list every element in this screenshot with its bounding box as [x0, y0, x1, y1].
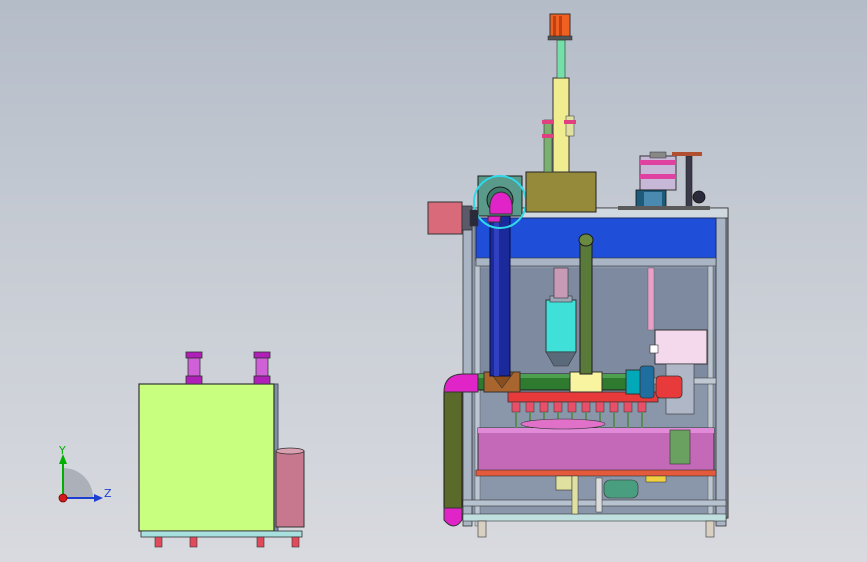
cad-model-render: Y Z	[58, 13, 729, 548]
z-axis-label: Z	[104, 487, 112, 500]
elbow-bottom	[443, 507, 463, 527]
pipe-coupler	[569, 371, 603, 393]
frame-bottom-beam	[462, 513, 727, 522]
left-machine-base	[140, 530, 303, 538]
red-coupling	[655, 375, 683, 399]
left-machine-foot	[291, 536, 300, 548]
left-machine-foot	[189, 536, 198, 548]
side-motor	[427, 201, 463, 235]
vertical-return-pipe	[579, 239, 593, 375]
right-machine	[427, 13, 729, 538]
suction-pipe	[489, 209, 511, 377]
frame-post-left	[462, 207, 473, 527]
y-axis-label: Y	[58, 444, 66, 457]
lower-tank-rail	[475, 469, 717, 477]
column-shaft	[556, 39, 566, 79]
left-machine-tank	[275, 450, 305, 528]
left-machine-foot	[256, 536, 265, 548]
drain-pipe	[443, 391, 463, 511]
frame-post-right	[715, 207, 727, 527]
frame-foot	[705, 520, 715, 538]
left-machine-body	[138, 383, 275, 532]
cad-viewport[interactable]: Y Z	[0, 0, 867, 562]
top-olive-box	[525, 171, 597, 213]
x-axis-origin-icon	[58, 493, 68, 503]
left-machine-cylinder-2	[253, 351, 271, 385]
frame-foot	[477, 520, 487, 538]
control-box	[654, 329, 708, 365]
top-drive-assembly	[618, 151, 710, 210]
axis-triad[interactable]: Y Z	[58, 444, 112, 503]
triad-arc	[63, 468, 93, 498]
elbow-top	[443, 373, 479, 393]
z-axis-arrow-icon	[94, 494, 103, 502]
left-machine	[138, 351, 305, 548]
filter-cartridge	[545, 299, 577, 353]
left-machine-cylinder-1	[185, 351, 203, 385]
pump-motor	[603, 479, 639, 499]
left-machine-foot	[154, 536, 163, 548]
